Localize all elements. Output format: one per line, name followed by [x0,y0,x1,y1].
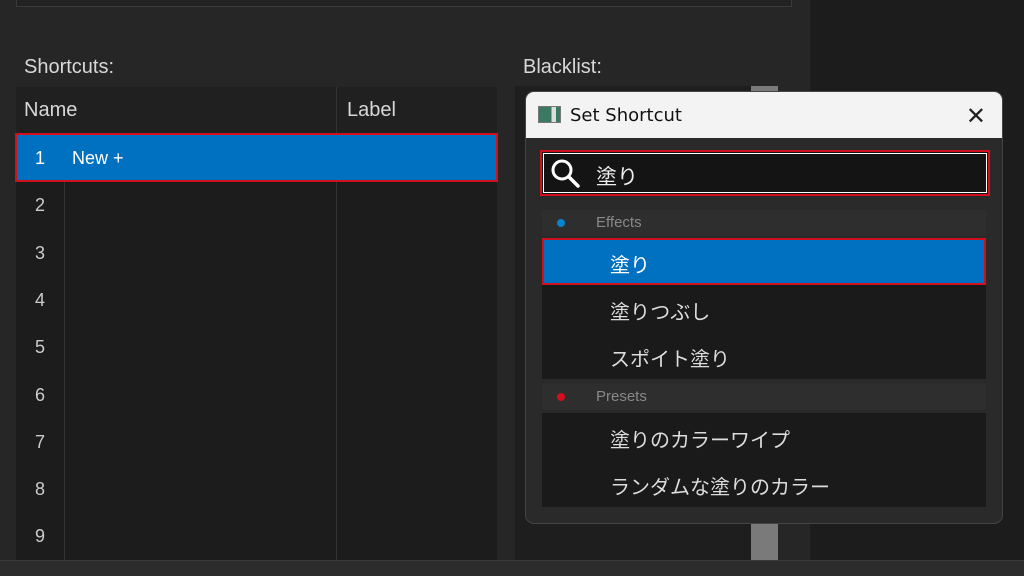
set-shortcut-dialog: Set Shortcut ✕ 塗り Effects 塗り塗りつぶしスポイト塗り Pr… [525,91,1003,524]
result-item[interactable]: 塗り [542,238,986,285]
group-header: Presets [542,384,986,410]
row-number: 9 [34,526,45,547]
top-field [16,0,792,7]
result-label: 塗りつぶし [610,302,711,324]
group-name: Effects [596,214,642,231]
row-number: 3 [34,242,45,263]
app-icon [538,106,561,123]
blacklist-label: Blacklist: [523,56,602,78]
table-row[interactable]: 6 [16,371,497,418]
column-label[interactable]: Label [347,99,396,122]
close-icon[interactable]: ✕ [966,102,986,131]
row-number: 6 [34,384,45,405]
result-item[interactable]: 塗りのカラーワイプ [542,413,986,460]
table-header: Name Label [16,87,497,133]
result-item[interactable]: ランダムな塗りのカラー [542,460,986,507]
dialog-titlebar: Set Shortcut ✕ [526,92,1002,138]
row-number: 7 [34,431,45,452]
table-row[interactable]: 5 [16,323,497,370]
column-name[interactable]: Name [24,99,77,122]
result-label: 塗り [610,255,650,277]
result-list: 塗り塗りつぶしスポイト塗り [542,238,986,379]
group-header: Effects [542,210,986,236]
table-row[interactable]: 2 [16,181,497,228]
row-number: 5 [34,337,45,358]
row-number: 2 [34,195,45,216]
row-name: New + [72,148,124,168]
result-label: スポイト塗り [610,349,730,371]
search-value: 塗り [596,166,638,189]
search-icon [551,159,580,188]
scrollbar-thumb-lower[interactable] [751,523,778,560]
table-row[interactable]: 7 [16,418,497,465]
result-item[interactable]: 塗りつぶし [542,285,986,332]
result-list: 塗りのカラーワイプランダムな塗りのカラー [542,413,986,507]
row-number: 4 [34,289,45,310]
table-row[interactable]: 4 [16,276,497,323]
table-row[interactable]: 8 [16,465,497,512]
shortcuts-table: Name Label 1 New + 2 3 4 5 6 7 8 9 [15,87,498,560]
status-strip [0,560,1024,576]
group-dot-icon [557,219,565,227]
shortcuts-label: Shortcuts: [24,56,115,78]
table-row[interactable]: 3 [16,229,497,276]
result-label: ランダムな塗りのカラー [610,477,830,499]
result-label: 塗りのカラーワイプ [610,430,790,452]
group-name: Presets [596,388,647,405]
search-input[interactable]: 塗り [540,150,990,196]
row-number: 1 [34,148,45,168]
group-dot-icon [557,393,565,401]
row-number: 8 [34,479,45,500]
dialog-title: Set Shortcut [570,105,682,126]
result-item[interactable]: スポイト塗り [542,332,986,379]
table-row[interactable]: 1 New + [15,133,498,182]
table-row[interactable]: 9 [16,512,497,559]
